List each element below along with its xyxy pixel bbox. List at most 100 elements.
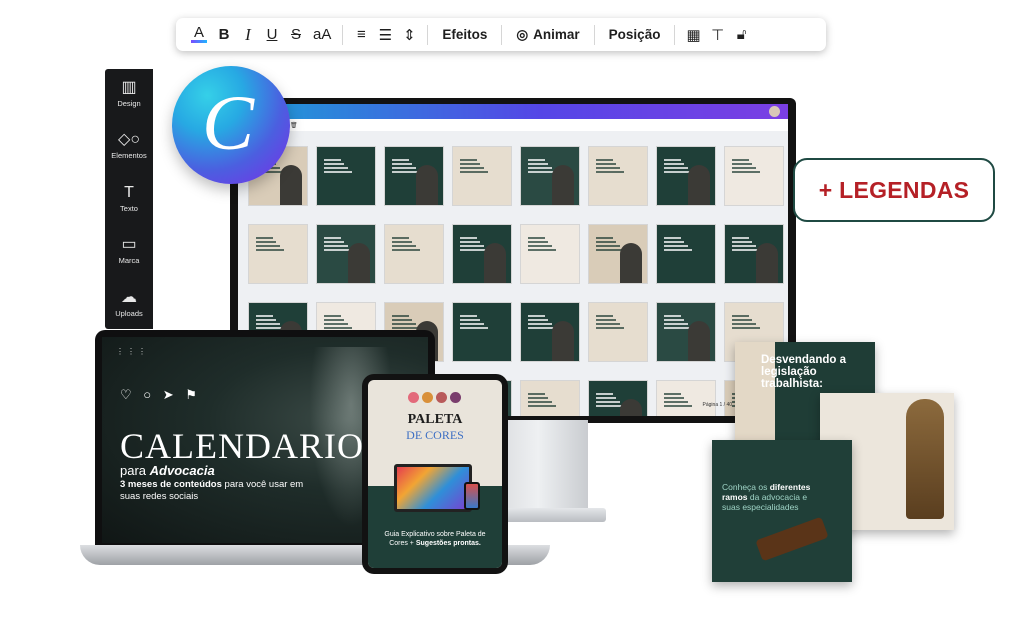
page-thumbnail[interactable] [520, 146, 580, 206]
sidebar-item-text[interactable]: T Texto [105, 184, 153, 213]
page-thumbnail[interactable] [656, 224, 716, 284]
animate-button[interactable]: ◎ Animar [508, 22, 587, 48]
thumbnail-text-lines [664, 237, 692, 253]
editor-sidebar: ▥ Design ◇○ Elementos T Texto ▭ Marca ☁ … [105, 69, 153, 329]
thumbnail-photo [688, 165, 710, 205]
upload-icon: ☁ [121, 289, 137, 306]
thumbnail-photo [552, 321, 574, 361]
page-thumbnail[interactable] [316, 224, 376, 284]
line-spacing-icon[interactable]: ⇕ [397, 22, 421, 48]
legendas-badge: + LEGENDAS [793, 158, 995, 222]
brand-icon: ▭ [121, 236, 137, 253]
font-color-button[interactable]: A [186, 22, 212, 48]
animate-icon: ◎ [516, 26, 529, 42]
thumbnail-text-lines [732, 159, 760, 175]
tablet: PALETA DE CORES Guia Explicativo sobre P… [362, 374, 508, 574]
palette-title: PALETA [407, 412, 463, 427]
sidebar-item-label: Design [117, 99, 141, 108]
page-thumbnail[interactable] [588, 146, 648, 206]
page-thumbnail[interactable] [520, 302, 580, 362]
sidebar-item-label: Texto [120, 204, 138, 213]
page-thumbnail[interactable] [656, 302, 716, 362]
bold-button[interactable]: B [212, 22, 236, 48]
mini-phone-image [464, 482, 480, 510]
palette-subtitle: DE CORES [406, 428, 464, 442]
editor-subtoolbar: 🗑︎ [238, 119, 788, 131]
transparency-icon[interactable]: ▦ [681, 22, 705, 48]
thumbnail-photo [280, 165, 302, 205]
layout-icon: ▥ [121, 79, 137, 96]
text-toolbar: A B I U S aA ≡ ☰ ⇕ Efeitos ◎ Animar Posi… [176, 18, 826, 51]
delete-icon[interactable]: 🗑︎ [290, 122, 298, 129]
palette-swatch [436, 392, 447, 403]
underline-button[interactable]: U [260, 22, 284, 48]
thumbnail-photo [756, 243, 778, 283]
list-bullets-icon[interactable]: ☰ [373, 22, 397, 48]
thumbnail-text-lines [256, 237, 284, 253]
page-thumbnail[interactable] [588, 380, 648, 416]
effects-button[interactable]: Efeitos [434, 22, 495, 48]
post-ramos-advocacia: Conheça os diferentes ramos da advocacia… [712, 440, 852, 582]
page-thumbnail[interactable] [588, 302, 648, 362]
caption-line-1: Guia Explicativo sobre Paleta de [384, 531, 486, 538]
page-thumbnail[interactable] [520, 380, 580, 416]
mini-laptop-image [394, 464, 472, 512]
page-thumbnail[interactable] [316, 146, 376, 206]
sidebar-item-brand[interactable]: ▭ Marca [105, 236, 153, 265]
shapes-icon: ◇○ [118, 131, 140, 148]
subtitle-prefix: para [120, 463, 150, 478]
sidebar-item-elements[interactable]: ◇○ Elementos [105, 131, 153, 160]
page-thumbnail[interactable] [656, 380, 716, 416]
palette-swatch [450, 392, 461, 403]
post-c-title: Conheça os diferentes ramos da advocacia… [722, 482, 827, 512]
description-bold: 3 meses de conteúdos [120, 479, 222, 490]
page-counter: Página 1 / 40 [702, 402, 732, 408]
toolbar-divider [501, 24, 503, 45]
page-thumbnail[interactable] [656, 146, 716, 206]
thumbnail-text-lines [324, 315, 352, 331]
align-center-icon[interactable]: ≡ [349, 22, 373, 48]
text-icon: T [124, 184, 134, 201]
editor-header [238, 104, 788, 119]
sidebar-item-uploads[interactable]: ☁ Uploads [105, 289, 153, 318]
page-thumbnail[interactable] [520, 224, 580, 284]
canva-logo: C [172, 66, 290, 184]
page-thumbnail[interactable] [452, 224, 512, 284]
avatar[interactable] [769, 106, 780, 117]
position-button[interactable]: Posição [601, 22, 669, 48]
sidebar-item-design[interactable]: ▥ Design [105, 79, 153, 108]
page-thumbnail[interactable] [248, 224, 308, 284]
page-thumbnail[interactable] [724, 224, 784, 284]
italic-button[interactable]: I [236, 22, 260, 48]
page-thumbnail[interactable] [724, 146, 784, 206]
dots-decoration: ⋮⋮⋮ [116, 347, 149, 356]
page-thumbnail[interactable] [588, 224, 648, 284]
letter-case-button[interactable]: aA [308, 22, 336, 48]
gavel-image [755, 516, 829, 562]
page-thumbnail[interactable] [452, 302, 512, 362]
caption-bold: Sugestões prontas. [415, 540, 481, 547]
toolbar-divider [342, 24, 344, 45]
page-thumbnail[interactable] [384, 224, 444, 284]
sidebar-item-label: Uploads [115, 309, 143, 318]
calendar-subtitle: para Advocacia [120, 463, 215, 478]
strikethrough-button[interactable]: S [284, 22, 308, 48]
font-color-swatch [191, 40, 207, 43]
caption-line-2: Cores + [389, 540, 416, 547]
paint-roller-icon[interactable]: ⊤ [706, 22, 730, 48]
palette-dots [408, 392, 461, 403]
thumbnail-text-lines [664, 393, 692, 409]
lock-icon[interactable]: 🔓︎ [730, 22, 754, 48]
thumbnail-text-lines [392, 237, 420, 253]
tablet-screen: PALETA DE CORES Guia Explicativo sobre P… [368, 380, 502, 568]
thumbnail-photo [348, 243, 370, 283]
animate-label: Animar [533, 27, 580, 42]
font-color-label: A [193, 24, 204, 41]
thumbnail-text-lines [528, 393, 556, 409]
toolbar-divider [674, 24, 676, 45]
page-thumbnail[interactable] [452, 146, 512, 206]
thumbnail-photo [552, 165, 574, 205]
sidebar-item-label: Elementos [111, 151, 147, 160]
page-thumbnail[interactable] [384, 146, 444, 206]
thumbnail-text-lines [460, 315, 488, 331]
